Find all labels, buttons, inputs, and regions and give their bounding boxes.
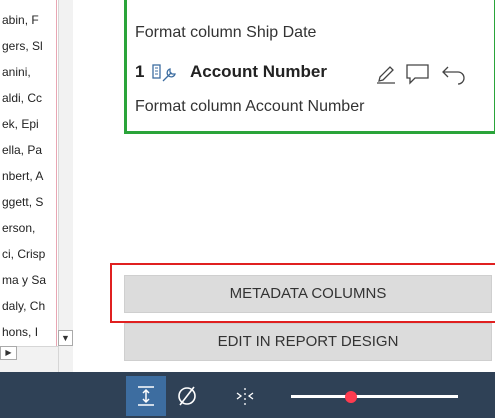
step-name: Account Number <box>190 62 327 81</box>
transform-panel: abin, F gers, Sl anini, aldi, Cc ek, Epi… <box>0 0 495 418</box>
list-item: gers, Sl <box>2 39 43 53</box>
fit-height-button[interactable] <box>126 376 166 416</box>
list-item: nbert, A <box>2 169 44 183</box>
edit-in-report-design-button[interactable]: EDIT IN REPORT DESIGN <box>124 323 492 361</box>
list-item: ella, Pa <box>2 143 43 157</box>
list-item: ci, Crisp <box>2 247 46 261</box>
list-item: ggett, S <box>2 195 44 209</box>
list-item: abin, F <box>2 13 39 27</box>
scroll-right-icon[interactable]: ▶ <box>0 346 17 360</box>
null-button[interactable] <box>167 376 207 416</box>
pencil-icon[interactable] <box>375 63 397 90</box>
zoom-slider-thumb[interactable] <box>345 391 358 403</box>
zoom-slider[interactable] <box>291 391 458 403</box>
vertical-scrollbar[interactable] <box>58 0 73 372</box>
step-description: Format column Account Number <box>135 98 365 115</box>
zoom-slider-track <box>291 395 458 398</box>
collapse-columns-button[interactable] <box>225 376 265 416</box>
prev-step-description: Format column Ship Date <box>135 24 317 41</box>
undo-icon[interactable] <box>441 63 467 90</box>
list-item: aldi, Cc <box>2 91 43 105</box>
bottom-toolbar <box>0 372 495 418</box>
left-data-list: abin, F gers, Sl anini, aldi, Cc ek, Epi… <box>0 0 73 372</box>
step-number: 1 <box>135 62 145 81</box>
step-header[interactable]: 1 Account Number <box>135 61 495 87</box>
column-divider <box>56 0 57 372</box>
list-item: ek, Epi <box>2 117 39 131</box>
list-item: ma y Sa <box>2 273 47 287</box>
list-item: erson, <box>2 221 36 235</box>
wrench-icon <box>151 63 181 90</box>
list-item: daly, Ch <box>2 299 46 313</box>
scroll-down-icon[interactable]: ▼ <box>58 330 73 346</box>
list-item: anini, <box>2 65 31 79</box>
list-item: hons, I <box>2 325 39 339</box>
comment-icon[interactable] <box>405 63 431 90</box>
metadata-columns-button[interactable]: METADATA COLUMNS <box>124 275 492 313</box>
